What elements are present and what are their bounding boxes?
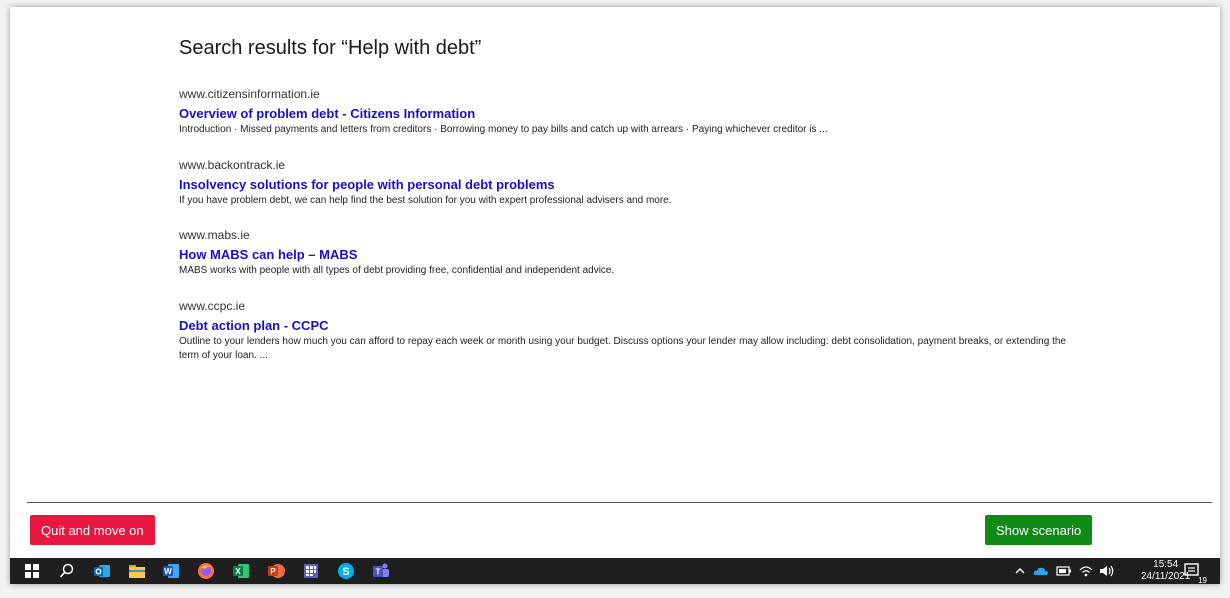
result-snippet: Introduction · Missed payments and lette… — [179, 124, 828, 135]
file-explorer-icon[interactable] — [127, 561, 147, 581]
result-url: www.mabs.ie — [179, 228, 250, 242]
result-url: www.ccpc.ie — [179, 299, 246, 313]
search-result: www.mabs.ie How MABS can help – MABS MAB… — [179, 228, 1079, 278]
result-snippet: MABS works with people with all types of… — [179, 265, 615, 276]
firefox-icon[interactable] — [196, 561, 216, 581]
show-scenario-button[interactable]: Show scenario — [985, 515, 1093, 545]
page-title: Search results for “Help with debt” — [179, 37, 482, 59]
svg-text:X: X — [235, 567, 241, 576]
result-title-link[interactable]: Debt action plan - CCPC — [179, 318, 1079, 334]
outlook-icon[interactable] — [92, 561, 112, 581]
notification-center-icon[interactable]: 19 — [1182, 561, 1208, 584]
windows-taskbar: W X P S T 15:54 24/11/2021 19 — [10, 558, 1220, 584]
svg-text:T: T — [376, 568, 381, 577]
search-result: www.citizensinformation.ie Overview of p… — [179, 87, 1079, 137]
result-snippet: If you have problem debt, we can help fi… — [179, 195, 672, 206]
chevron-up-icon[interactable] — [1013, 567, 1027, 575]
calculator-icon[interactable] — [301, 561, 321, 581]
svg-text:P: P — [270, 567, 276, 576]
teams-icon[interactable]: T — [371, 561, 391, 581]
result-snippet: Outline to your lenders how much you can… — [179, 336, 1066, 361]
onedrive-icon[interactable] — [1031, 566, 1051, 576]
svg-text:S: S — [342, 566, 349, 578]
result-title-link[interactable]: How MABS can help – MABS — [179, 247, 1079, 263]
app-window: Search results for “Help with debt” www.… — [10, 7, 1220, 584]
result-title-link[interactable]: Overview of problem debt - Citizens Info… — [179, 106, 1079, 122]
word-icon[interactable]: W — [161, 561, 181, 581]
svg-text:W: W — [164, 567, 172, 576]
powerpoint-icon[interactable]: P — [266, 561, 286, 581]
notification-count-badge: 19 — [1197, 576, 1208, 584]
excel-icon[interactable]: X — [231, 561, 251, 581]
search-icon[interactable] — [57, 561, 77, 581]
result-url: www.backontrack.ie — [179, 158, 286, 172]
search-results-page: Search results for “Help with debt” www.… — [10, 7, 1220, 502]
search-result: www.ccpc.ie Debt action plan - CCPC Outl… — [179, 299, 1079, 363]
search-result: www.backontrack.ie Insolvency solutions … — [179, 158, 1079, 208]
quit-and-move-on-button[interactable]: Quit and move on — [30, 515, 155, 545]
result-title-link[interactable]: Insolvency solutions for people with per… — [179, 177, 1079, 193]
battery-icon[interactable] — [1055, 566, 1073, 576]
system-tray — [1013, 558, 1117, 584]
windows-start-icon[interactable] — [22, 561, 42, 581]
wifi-icon[interactable] — [1077, 565, 1095, 577]
footer-divider — [27, 502, 1212, 503]
skype-icon[interactable]: S — [336, 561, 356, 581]
speaker-icon[interactable] — [1097, 565, 1117, 577]
result-url: www.citizensinformation.ie — [179, 87, 320, 101]
